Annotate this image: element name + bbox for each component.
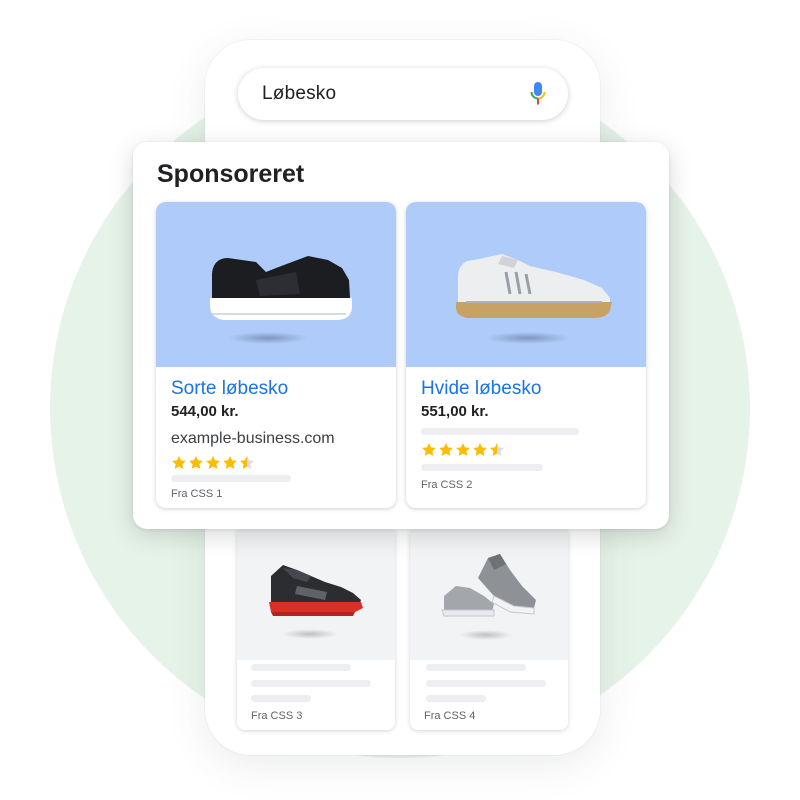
source-label: Fra CSS 1: [171, 488, 223, 500]
placeholder-line: [421, 428, 579, 435]
placeholder-line: [171, 475, 291, 482]
source-label: Fra CSS 3: [251, 710, 303, 722]
rating-stars: [421, 442, 505, 458]
placeholder-line: [426, 680, 546, 687]
product-card[interactable]: Sorte løbesko 544,00 kr. example-busines…: [156, 202, 396, 508]
star-filled-icon: [172, 455, 186, 469]
white-running-shoe-image: [456, 254, 612, 344]
star-filled-icon: [439, 442, 453, 456]
product-price: 544,00 kr.: [171, 403, 239, 420]
black-running-shoe-image: [210, 256, 352, 344]
star-half-icon: [490, 442, 504, 456]
placeholder-line: [426, 664, 526, 671]
placeholder-line: [251, 680, 371, 687]
star-filled-icon: [473, 442, 487, 456]
star-filled-icon: [223, 455, 237, 469]
source-label: Fra CSS 2: [421, 479, 473, 491]
star-half-icon: [240, 455, 254, 469]
microphone-icon[interactable]: [528, 80, 548, 108]
sponsored-heading: Sponsoreret: [157, 160, 305, 188]
placeholder-line: [426, 695, 486, 702]
product-image: [406, 202, 646, 367]
search-input[interactable]: Løbesko: [262, 83, 528, 105]
product-image: [237, 530, 395, 660]
grey-running-shoes-pair-image: [441, 554, 536, 640]
star-filled-icon: [456, 442, 470, 456]
product-card[interactable]: Hvide løbesko 551,00 kr. Fra CSS 2: [406, 202, 646, 508]
star-filled-icon: [206, 455, 220, 469]
rating-stars: [171, 455, 255, 471]
product-name[interactable]: Sorte løbesko: [171, 378, 288, 400]
product-price: 551,00 kr.: [421, 403, 489, 420]
placeholder-line: [251, 664, 351, 671]
product-image: [156, 202, 396, 367]
product-image: [410, 530, 568, 660]
black-red-running-shoe-image: [269, 565, 363, 639]
placeholder-line: [251, 695, 311, 702]
product-name[interactable]: Hvide løbesko: [421, 378, 541, 400]
star-filled-icon: [422, 442, 436, 456]
search-bar[interactable]: Løbesko: [238, 68, 568, 120]
star-filled-icon: [189, 455, 203, 469]
source-label: Fra CSS 4: [424, 710, 476, 722]
result-card[interactable]: Fra CSS 4: [410, 530, 568, 730]
sponsored-panel: Sponsoreret Sorte løbesko 544,00 kr. exa…: [133, 142, 669, 529]
placeholder-line: [421, 464, 543, 471]
result-card[interactable]: Fra CSS 3: [237, 530, 395, 730]
merchant-domain: example-business.com: [171, 430, 335, 447]
